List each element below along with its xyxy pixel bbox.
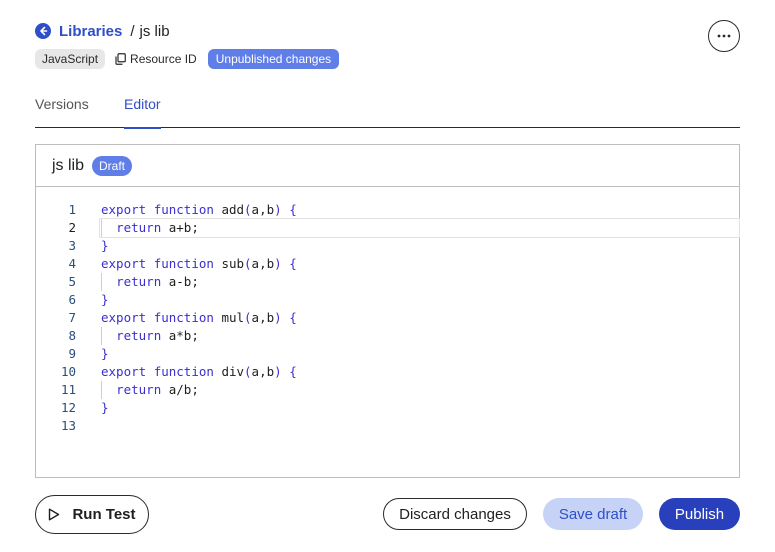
code-text: return a/b; [116,382,199,397]
line-number: 10 [60,364,76,379]
line-number: 8 [68,328,76,343]
run-test-button[interactable]: Run Test [35,495,149,534]
resource-id-copy[interactable]: Resource ID [115,52,197,66]
code-line[interactable]: 7 export function mul(a,b) { [36,309,739,327]
code-text: } [101,346,109,361]
code-line[interactable]: 12} [36,399,739,417]
line-number: 9 [68,346,76,361]
code-line[interactable]: 8 return a*b; [36,327,739,345]
line-number: 11 [60,382,76,397]
line-number: 2 [68,220,76,235]
code-text: } [101,238,109,253]
code-text: } [101,400,109,415]
resource-id-label: Resource ID [130,52,197,66]
tab-versions[interactable]: Versions [35,96,89,128]
tab-bar: Versions Editor [35,94,740,129]
save-draft-button[interactable]: Save draft [543,498,643,530]
line-number: 3 [68,238,76,253]
indent-guide [101,219,102,237]
line-number: 13 [60,418,76,433]
code-text: return a-b; [116,274,199,289]
language-chip: JavaScript [35,49,106,69]
play-icon [49,508,60,521]
code-text: export function mul(a,b) { [101,310,297,325]
code-line[interactable]: 9} [36,345,739,363]
page-header: Libraries / js lib JavaScript Resource I… [35,20,740,80]
line-number: 6 [68,292,76,307]
code-line[interactable]: 3} [36,237,739,255]
library-meta: JavaScript Resource ID Unpublished chang… [35,49,340,69]
code-text: export function add(a,b) { [101,202,297,217]
status-badge: Unpublished changes [207,49,340,69]
line-number: 12 [60,400,76,415]
code-line[interactable]: 5 return a-b; [36,273,739,291]
line-number: 4 [68,256,76,271]
run-test-label: Run Test [72,506,136,523]
line-number: 1 [68,202,76,217]
code-line[interactable]: 2 return a+b; [36,218,740,238]
indent-guide [101,327,102,345]
more-options-button[interactable] [708,20,740,52]
editor-panel: js lib Draft 1 export function add(a,b) {… [35,144,740,478]
code-line[interactable]: 6} [36,291,739,309]
code-editor[interactable]: 1 export function add(a,b) {2 return a+b;… [36,201,740,435]
line-number: 7 [68,310,76,325]
breadcrumb-libraries-link[interactable]: Libraries [59,23,122,40]
editor-title: js lib [52,156,85,174]
breadcrumb-separator: / [130,22,135,40]
copy-icon [115,53,126,65]
breadcrumb: Libraries / js lib [35,20,740,42]
discard-changes-button[interactable]: Discard changes [383,498,527,530]
more-horizontal-icon [717,34,731,38]
code-line[interactable]: 13 [36,417,739,435]
code-text: return a+b; [99,218,740,238]
indent-guide [101,381,102,399]
tab-editor[interactable]: Editor [124,96,161,129]
editor-header: js lib Draft [36,145,739,187]
publish-button[interactable]: Publish [659,498,740,530]
code-text: return a*b; [116,328,199,343]
draft-badge: Draft [92,155,133,176]
code-line[interactable]: 1 export function add(a,b) { [36,201,739,219]
breadcrumb-current: js lib [139,22,170,40]
code-line[interactable]: 4 export function sub(a,b) { [36,255,739,273]
back-arrow-icon[interactable] [35,23,51,39]
action-bar: Run Test Discard changes Save draft Publ… [35,495,740,535]
line-number: 5 [68,274,76,289]
code-line[interactable]: 10 export function div(a,b) { [36,363,739,381]
code-text: } [101,292,109,307]
code-line[interactable]: 11 return a/b; [36,381,739,399]
code-text: export function div(a,b) { [101,364,297,379]
indent-guide [101,273,102,291]
code-text: export function sub(a,b) { [101,256,297,271]
